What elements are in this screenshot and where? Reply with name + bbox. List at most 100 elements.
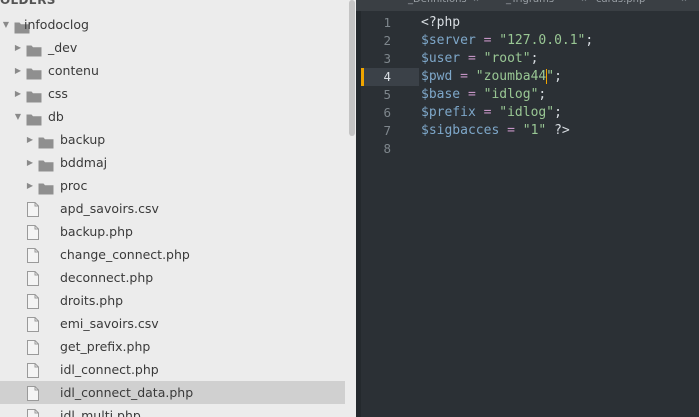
code-line[interactable]: $server = "127.0.0.1";	[421, 32, 593, 50]
tree-item-label: emi_savoirs.csv	[60, 316, 159, 331]
tab-close-icon[interactable]: ×	[681, 0, 687, 8]
code-token: "root"	[483, 51, 531, 66]
code-token: "	[546, 69, 555, 84]
file-icon	[27, 247, 39, 263]
code-token: $base	[421, 87, 461, 102]
file-item[interactable]: emi_savoirs.csv	[0, 312, 345, 335]
editor[interactable]: _Definitions × _Trigrams × cards.php × 1 <?php…	[356, 0, 699, 417]
file-icon	[27, 316, 39, 332]
line-number: 1	[383, 15, 391, 30]
code-token: $user	[421, 51, 461, 66]
code-token: $server	[421, 33, 476, 48]
folder-icon	[26, 41, 42, 57]
code-token: $pwd	[421, 69, 453, 84]
disclosure-closed-icon[interactable]: ▶	[25, 174, 35, 197]
folder-icon	[26, 110, 42, 126]
file-icon	[27, 362, 39, 378]
tab-bar: _Definitions × _Trigrams × cards.php ×	[356, 0, 699, 11]
file-item[interactable]: backup.php	[0, 220, 345, 243]
disclosure-closed-icon[interactable]: ▶	[13, 82, 23, 105]
code-token: =	[475, 105, 500, 120]
tab-close-icon[interactable]: ×	[581, 0, 587, 8]
code-token: "1"	[522, 123, 547, 138]
line-number: 8	[383, 141, 391, 156]
file-item[interactable]: change_connect.php	[0, 243, 345, 266]
tree-item-label: idl_multi.php	[60, 408, 141, 417]
file-icon	[27, 201, 39, 217]
code-token: <?php	[421, 15, 461, 30]
editor-tab[interactable]: _Trigrams	[506, 0, 554, 8]
line-number: 4	[383, 69, 391, 84]
line-number: 7	[383, 123, 391, 138]
code-token: $sigbacces	[421, 123, 500, 138]
code-token: "127.0.0.1"	[499, 33, 586, 48]
file-item[interactable]: idl_multi.php	[0, 404, 345, 417]
disclosure-closed-icon[interactable]: ▶	[13, 36, 23, 59]
tree-item-label: deconnect.php	[60, 270, 154, 285]
sidebar-scrollbar[interactable]	[349, 0, 355, 136]
code-token: "idlog"	[483, 87, 539, 102]
code-token: "idlog"	[499, 105, 555, 120]
code-token: ?>	[546, 123, 570, 138]
editor-tab[interactable]: _Definitions	[408, 0, 467, 8]
code-line[interactable]: $prefix = "idlog";	[421, 104, 562, 122]
code-line[interactable]: $user = "root";	[421, 50, 538, 68]
folder-item[interactable]: ▼ infodoclog	[0, 13, 345, 36]
folder-item[interactable]: ▶ bddmaj	[0, 151, 345, 174]
disclosure-open-icon[interactable]: ▼	[1, 13, 11, 36]
disclosure-open-icon[interactable]: ▼	[13, 105, 23, 128]
code-token: =	[475, 33, 500, 48]
tree-item-label: proc	[60, 178, 88, 193]
code-token: $prefix	[421, 105, 476, 120]
tree-item-label: idl_connect.php	[60, 362, 159, 377]
line-number: 6	[383, 105, 391, 120]
disclosure-closed-icon[interactable]: ▶	[13, 59, 23, 82]
code-line[interactable]: $pwd = "zoumba44";	[421, 68, 562, 86]
tab-close-icon[interactable]: ×	[473, 0, 479, 8]
folder-item[interactable]: ▶ contenu	[0, 59, 345, 82]
tree-item-label: backup.php	[60, 224, 133, 239]
folder-item[interactable]: ▶ proc	[0, 174, 345, 197]
code-token: ;	[554, 105, 562, 120]
tree-item-label: droits.php	[60, 293, 124, 308]
code-token: ;	[585, 33, 594, 48]
folder-icon	[38, 156, 54, 172]
folder-item[interactable]: ▶ backup	[0, 128, 345, 151]
tree-item-label: backup	[60, 132, 106, 147]
code-line[interactable]: $base = "idlog";	[421, 86, 546, 104]
file-item[interactable]: droits.php	[0, 289, 345, 312]
tree-item-label: apd_savoirs.csv	[60, 201, 159, 216]
line-number: 3	[383, 51, 391, 66]
disclosure-closed-icon[interactable]: ▶	[25, 128, 35, 151]
folder-item[interactable]: ▶ _dev	[0, 36, 345, 59]
code-line[interactable]: $sigbacces = "1" ?>	[421, 122, 570, 140]
editor-tab[interactable]: cards.php	[596, 0, 645, 8]
file-item[interactable]: apd_savoirs.csv	[0, 197, 345, 220]
code-token: ;	[530, 51, 539, 66]
file-item[interactable]: get_prefix.php	[0, 335, 345, 358]
file-item[interactable]: deconnect.php	[0, 266, 345, 289]
code-token: =	[499, 123, 523, 138]
code-token: ;	[554, 69, 562, 84]
file-icon	[27, 270, 39, 286]
folder-icon	[38, 179, 54, 195]
file-item[interactable]: idl_connect.php	[0, 358, 345, 381]
tree-item-label: _dev	[48, 40, 78, 55]
tree-item-label: change_connect.php	[60, 247, 190, 262]
tree-item-label: infodoclog	[24, 17, 89, 32]
folder-item[interactable]: ▼ db	[0, 105, 345, 128]
file-item[interactable]: idl_connect_data.php	[0, 381, 345, 404]
line-number: 5	[383, 87, 391, 102]
file-icon	[27, 408, 39, 417]
file-icon	[27, 224, 39, 240]
tree-item-label: db	[48, 109, 64, 124]
file-icon	[27, 293, 39, 309]
tree-item-label: idl_connect_data.php	[60, 385, 194, 400]
folder-icon	[26, 64, 42, 80]
file-icon	[27, 385, 39, 401]
sidebar: OLDERS ▼ infodoclog ▶ _dev ▶ contenu ▶ css ▼ db ▶ b…	[0, 0, 356, 417]
tree-item-label: bddmaj	[60, 155, 108, 170]
disclosure-closed-icon[interactable]: ▶	[25, 151, 35, 174]
code-line[interactable]: <?php	[421, 14, 460, 32]
folder-item[interactable]: ▶ css	[0, 82, 345, 105]
